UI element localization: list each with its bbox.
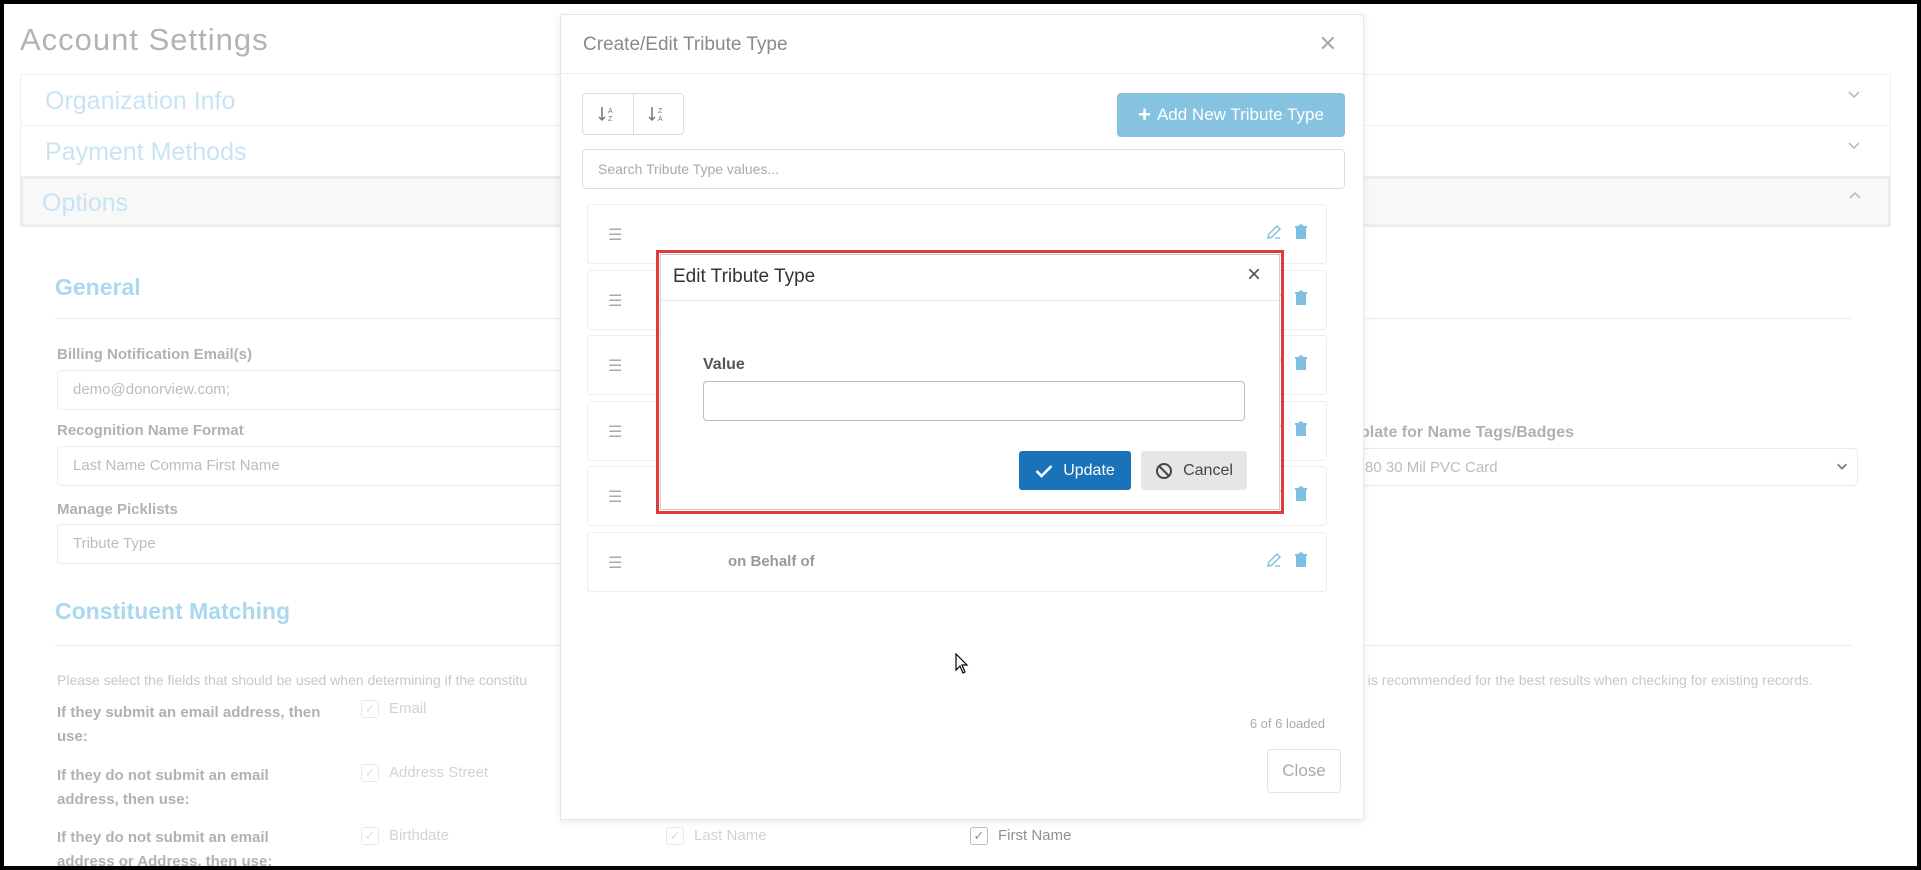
add-button-label: Add New Tribute Type <box>1156 105 1324 124</box>
trash-icon[interactable] <box>1293 355 1309 376</box>
sort-ascending-button[interactable]: AZ <box>583 94 633 134</box>
edit-icon[interactable] <box>1266 552 1282 573</box>
dialog-title: Edit Tribute Type <box>673 266 816 287</box>
value-label: Value <box>703 356 745 373</box>
drag-handle-icon[interactable]: ☰ <box>608 291 622 311</box>
mouse-cursor-icon <box>955 653 969 674</box>
trash-icon[interactable] <box>1293 552 1309 573</box>
value-input[interactable] <box>703 381 1245 421</box>
trash-icon[interactable] <box>1293 290 1309 311</box>
sort-button-group: AZ ZA <box>582 93 684 135</box>
check-icon <box>1035 464 1053 478</box>
svg-text:A: A <box>608 108 613 115</box>
close-icon[interactable]: ✕ <box>1319 31 1337 57</box>
sort-descending-button[interactable]: ZA <box>632 94 683 134</box>
add-tribute-type-button[interactable]: + Add New Tribute Type <box>1117 93 1345 137</box>
update-button[interactable]: Update <box>1019 451 1131 490</box>
svg-text:Z: Z <box>658 108 663 115</box>
cancel-button[interactable]: Cancel <box>1141 451 1247 490</box>
svg-text:A: A <box>658 116 663 123</box>
edit-tribute-type-dialog: Edit Tribute Type × Value Update Cancel <box>660 254 1280 510</box>
divider <box>561 73 1363 74</box>
list-item: ☰ on Behalf of <box>587 531 1327 592</box>
sort-az-icon: AZ <box>598 107 613 123</box>
svg-text:Z: Z <box>608 116 613 123</box>
close-icon[interactable]: × <box>1247 261 1261 289</box>
search-input[interactable]: Search Tribute Type values... <box>582 149 1345 189</box>
divider <box>661 300 1279 301</box>
drag-handle-icon[interactable]: ☰ <box>608 422 622 442</box>
drag-handle-icon[interactable]: ☰ <box>608 356 622 376</box>
sort-za-icon: ZA <box>648 107 663 123</box>
trash-icon[interactable] <box>1293 224 1309 245</box>
cancel-label: Cancel <box>1183 461 1233 479</box>
drag-handle-icon[interactable]: ☰ <box>608 553 622 573</box>
close-button[interactable]: Close <box>1267 749 1341 793</box>
modal-title: Create/Edit Tribute Type <box>583 34 788 55</box>
loaded-count: 6 of 6 loaded <box>1249 716 1325 731</box>
trash-icon[interactable] <box>1293 486 1309 507</box>
app-window: Account Settings Organization Info Payme… <box>4 4 1917 866</box>
edit-icon[interactable] <box>1266 224 1282 245</box>
drag-handle-icon[interactable]: ☰ <box>608 225 622 245</box>
plus-icon: + <box>1138 102 1151 127</box>
list-item-value: on Behalf of <box>728 552 815 570</box>
trash-icon[interactable] <box>1293 421 1309 442</box>
update-label: Update <box>1063 461 1115 479</box>
ban-icon <box>1156 462 1173 479</box>
drag-handle-icon[interactable]: ☰ <box>608 487 622 507</box>
